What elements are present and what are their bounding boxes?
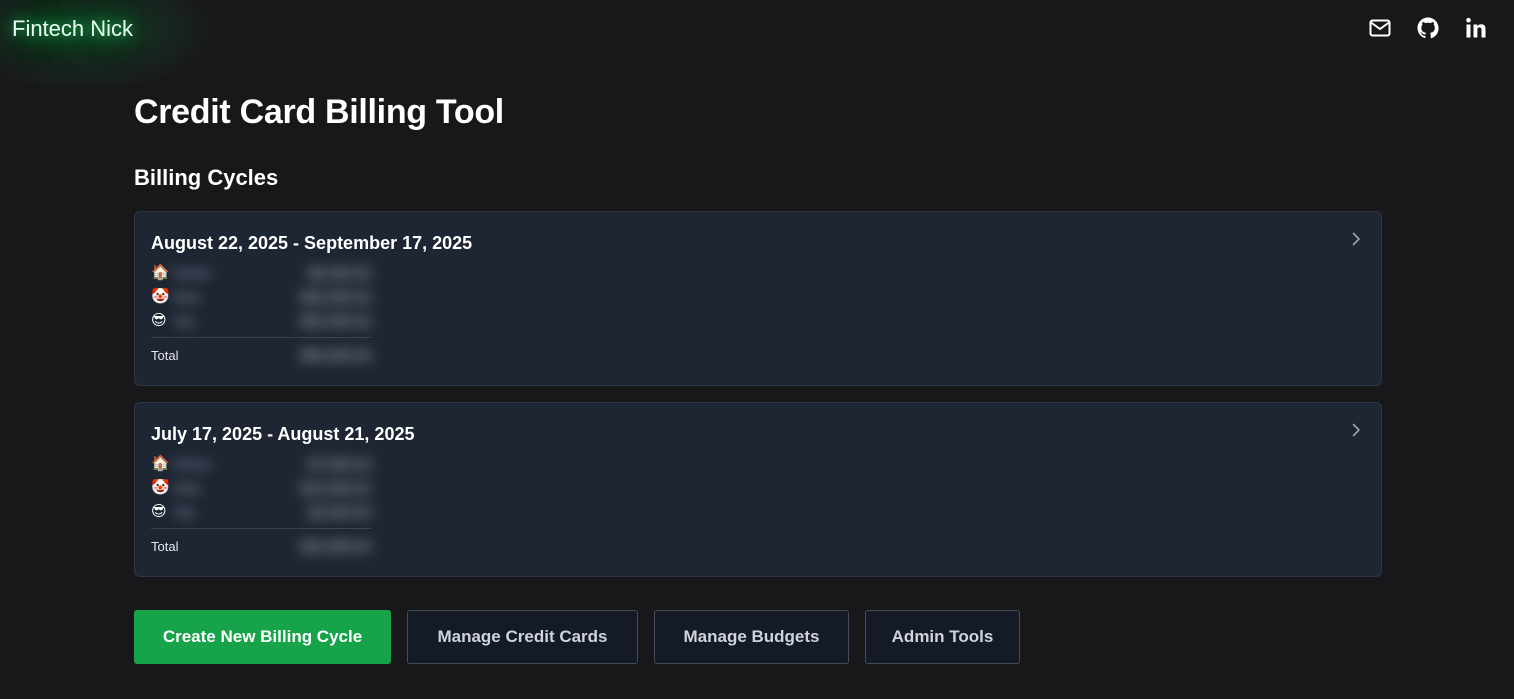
budget-name: Home	[173, 456, 211, 472]
list-item: 🤡 Nick $10,000.02	[151, 476, 371, 500]
cycle-breakdown: 🏠 Home $7,000.03 🤡 Nick $10,000.02 😎 Tas…	[151, 452, 371, 563]
total-label: Total	[151, 538, 179, 554]
budget-amount: $2,000.59	[308, 504, 371, 520]
list-item: 🤡 Nick $00,000.00	[151, 285, 371, 309]
sunglasses-face-icon: 😎	[151, 312, 167, 329]
action-bar: Create New Billing Cycle Manage Credit C…	[134, 610, 1382, 664]
brand-glow	[0, 0, 210, 90]
page-title: Credit Card Billing Tool	[134, 93, 504, 131]
manage-budgets-button[interactable]: Manage Budgets	[654, 610, 849, 664]
github-icon[interactable]	[1416, 16, 1440, 40]
list-item: 😎 Tas $00,000.00	[151, 309, 371, 333]
budget-amount: $00,000.00	[300, 313, 371, 329]
mail-icon[interactable]	[1368, 16, 1392, 40]
admin-tools-button[interactable]: Admin Tools	[865, 610, 1020, 664]
cycle-date-range: July 17, 2025 - August 21, 2025	[151, 424, 415, 444]
total-row: Total $20,000.04	[151, 529, 371, 563]
cycle-breakdown: 🏠 Home $0,000.00 🤡 Nick $00,000.00 😎 Tas…	[151, 261, 371, 372]
clown-face-icon: 🤡	[151, 479, 170, 496]
list-item: 🏠 Home $7,000.03	[151, 452, 371, 476]
main-content: Credit Card Billing Tool Billing Cycles …	[134, 92, 1382, 664]
chevron-right-icon[interactable]	[1349, 232, 1363, 246]
chevron-right-icon[interactable]	[1349, 423, 1363, 437]
billing-cycle-card[interactable]: July 17, 2025 - August 21, 2025 🏠 Home $…	[134, 402, 1382, 577]
house-icon: 🏠	[151, 455, 170, 472]
budget-name: Home	[173, 265, 211, 281]
manage-credit-cards-button[interactable]: Manage Credit Cards	[407, 610, 638, 664]
budget-name: Tas	[173, 504, 195, 520]
list-item: 🏠 Home $0,000.00	[151, 261, 371, 285]
create-billing-cycle-button[interactable]: Create New Billing Cycle	[134, 610, 391, 664]
brand-logo[interactable]: Fintech Nick	[12, 16, 133, 42]
top-bar: Fintech Nick	[0, 0, 1514, 90]
budget-amount: $00,000.00	[300, 289, 371, 305]
social-links	[1368, 16, 1488, 40]
house-icon: 🏠	[151, 264, 170, 281]
budget-amount: $0,000.00	[308, 265, 371, 281]
billing-cycle-card[interactable]: August 22, 2025 - September 17, 2025 🏠 H…	[134, 211, 1382, 386]
budget-amount: $7,000.03	[308, 456, 371, 472]
total-amount: $00,000.00	[300, 347, 371, 363]
total-label: Total	[151, 347, 179, 363]
total-row: Total $00,000.00	[151, 338, 371, 372]
cycle-date-range: August 22, 2025 - September 17, 2025	[151, 233, 473, 253]
budget-name: Nick	[173, 289, 201, 305]
budget-name: Tas	[173, 313, 195, 329]
total-amount: $20,000.04	[300, 538, 371, 554]
budget-amount: $10,000.02	[300, 480, 371, 496]
budget-name: Nick	[173, 480, 201, 496]
list-item: 😎 Tas $2,000.59	[151, 500, 371, 524]
sunglasses-face-icon: 😎	[151, 503, 167, 520]
linkedin-icon[interactable]	[1464, 16, 1488, 40]
clown-face-icon: 🤡	[151, 288, 170, 305]
section-title: Billing Cycles	[134, 165, 279, 190]
